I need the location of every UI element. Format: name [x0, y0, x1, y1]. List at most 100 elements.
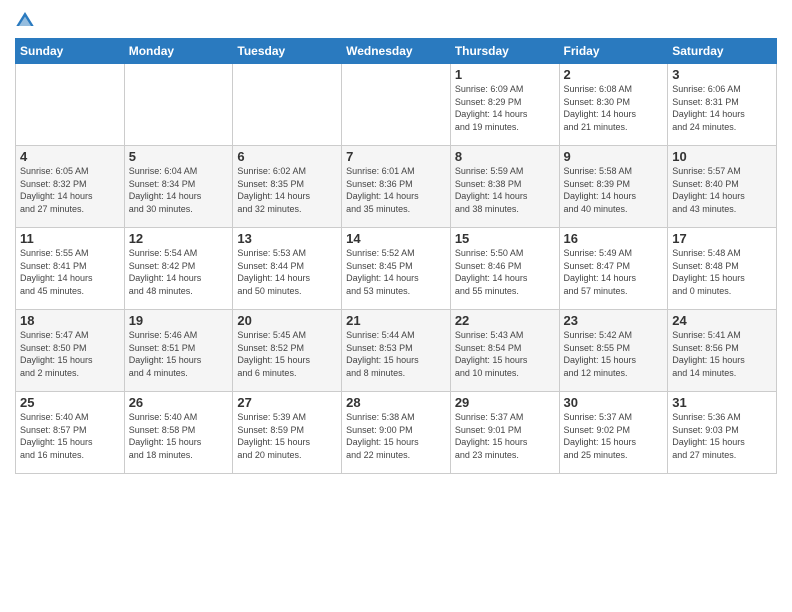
- day-number: 1: [455, 67, 555, 82]
- day-number: 7: [346, 149, 446, 164]
- day-number: 23: [564, 313, 664, 328]
- day-info: Sunrise: 6:04 AM Sunset: 8:34 PM Dayligh…: [129, 165, 229, 215]
- day-number: 20: [237, 313, 337, 328]
- day-number: 11: [20, 231, 120, 246]
- day-info: Sunrise: 5:59 AM Sunset: 8:38 PM Dayligh…: [455, 165, 555, 215]
- day-number: 30: [564, 395, 664, 410]
- calendar-week-3: 11Sunrise: 5:55 AM Sunset: 8:41 PM Dayli…: [16, 228, 777, 310]
- day-info: Sunrise: 5:37 AM Sunset: 9:02 PM Dayligh…: [564, 411, 664, 461]
- day-info: Sunrise: 5:49 AM Sunset: 8:47 PM Dayligh…: [564, 247, 664, 297]
- day-number: 3: [672, 67, 772, 82]
- day-number: 8: [455, 149, 555, 164]
- logo-icon: [15, 10, 35, 30]
- day-info: Sunrise: 6:06 AM Sunset: 8:31 PM Dayligh…: [672, 83, 772, 133]
- calendar-cell: 13Sunrise: 5:53 AM Sunset: 8:44 PM Dayli…: [233, 228, 342, 310]
- calendar-cell: 21Sunrise: 5:44 AM Sunset: 8:53 PM Dayli…: [342, 310, 451, 392]
- calendar-cell: 26Sunrise: 5:40 AM Sunset: 8:58 PM Dayli…: [124, 392, 233, 474]
- calendar-cell: 31Sunrise: 5:36 AM Sunset: 9:03 PM Dayli…: [668, 392, 777, 474]
- calendar-cell: 18Sunrise: 5:47 AM Sunset: 8:50 PM Dayli…: [16, 310, 125, 392]
- calendar-cell: 15Sunrise: 5:50 AM Sunset: 8:46 PM Dayli…: [450, 228, 559, 310]
- day-info: Sunrise: 5:50 AM Sunset: 8:46 PM Dayligh…: [455, 247, 555, 297]
- day-info: Sunrise: 5:36 AM Sunset: 9:03 PM Dayligh…: [672, 411, 772, 461]
- calendar-cell: [124, 64, 233, 146]
- calendar-cell: 7Sunrise: 6:01 AM Sunset: 8:36 PM Daylig…: [342, 146, 451, 228]
- day-number: 5: [129, 149, 229, 164]
- day-number: 14: [346, 231, 446, 246]
- calendar-cell: 4Sunrise: 6:05 AM Sunset: 8:32 PM Daylig…: [16, 146, 125, 228]
- day-number: 19: [129, 313, 229, 328]
- logo: [15, 10, 37, 30]
- calendar-cell: [16, 64, 125, 146]
- calendar-cell: 9Sunrise: 5:58 AM Sunset: 8:39 PM Daylig…: [559, 146, 668, 228]
- day-number: 15: [455, 231, 555, 246]
- day-info: Sunrise: 5:38 AM Sunset: 9:00 PM Dayligh…: [346, 411, 446, 461]
- day-info: Sunrise: 5:48 AM Sunset: 8:48 PM Dayligh…: [672, 247, 772, 297]
- calendar-header-thursday: Thursday: [450, 39, 559, 64]
- calendar-cell: 2Sunrise: 6:08 AM Sunset: 8:30 PM Daylig…: [559, 64, 668, 146]
- day-info: Sunrise: 5:53 AM Sunset: 8:44 PM Dayligh…: [237, 247, 337, 297]
- calendar-cell: 29Sunrise: 5:37 AM Sunset: 9:01 PM Dayli…: [450, 392, 559, 474]
- calendar-week-2: 4Sunrise: 6:05 AM Sunset: 8:32 PM Daylig…: [16, 146, 777, 228]
- day-info: Sunrise: 6:02 AM Sunset: 8:35 PM Dayligh…: [237, 165, 337, 215]
- calendar-header-wednesday: Wednesday: [342, 39, 451, 64]
- day-number: 9: [564, 149, 664, 164]
- calendar-cell: 14Sunrise: 5:52 AM Sunset: 8:45 PM Dayli…: [342, 228, 451, 310]
- day-info: Sunrise: 5:45 AM Sunset: 8:52 PM Dayligh…: [237, 329, 337, 379]
- calendar-cell: 27Sunrise: 5:39 AM Sunset: 8:59 PM Dayli…: [233, 392, 342, 474]
- calendar-cell: 30Sunrise: 5:37 AM Sunset: 9:02 PM Dayli…: [559, 392, 668, 474]
- day-info: Sunrise: 5:58 AM Sunset: 8:39 PM Dayligh…: [564, 165, 664, 215]
- calendar-cell: 8Sunrise: 5:59 AM Sunset: 8:38 PM Daylig…: [450, 146, 559, 228]
- day-number: 28: [346, 395, 446, 410]
- day-number: 4: [20, 149, 120, 164]
- day-number: 24: [672, 313, 772, 328]
- day-info: Sunrise: 5:57 AM Sunset: 8:40 PM Dayligh…: [672, 165, 772, 215]
- calendar-cell: 19Sunrise: 5:46 AM Sunset: 8:51 PM Dayli…: [124, 310, 233, 392]
- calendar-cell: 23Sunrise: 5:42 AM Sunset: 8:55 PM Dayli…: [559, 310, 668, 392]
- calendar-cell: [342, 64, 451, 146]
- day-number: 27: [237, 395, 337, 410]
- calendar-header-row: SundayMondayTuesdayWednesdayThursdayFrid…: [16, 39, 777, 64]
- day-info: Sunrise: 5:41 AM Sunset: 8:56 PM Dayligh…: [672, 329, 772, 379]
- day-info: Sunrise: 6:01 AM Sunset: 8:36 PM Dayligh…: [346, 165, 446, 215]
- calendar-cell: 25Sunrise: 5:40 AM Sunset: 8:57 PM Dayli…: [16, 392, 125, 474]
- calendar-cell: 5Sunrise: 6:04 AM Sunset: 8:34 PM Daylig…: [124, 146, 233, 228]
- calendar-cell: 16Sunrise: 5:49 AM Sunset: 8:47 PM Dayli…: [559, 228, 668, 310]
- calendar-week-4: 18Sunrise: 5:47 AM Sunset: 8:50 PM Dayli…: [16, 310, 777, 392]
- day-info: Sunrise: 5:54 AM Sunset: 8:42 PM Dayligh…: [129, 247, 229, 297]
- calendar-cell: 3Sunrise: 6:06 AM Sunset: 8:31 PM Daylig…: [668, 64, 777, 146]
- day-number: 2: [564, 67, 664, 82]
- calendar-header-sunday: Sunday: [16, 39, 125, 64]
- calendar-header-saturday: Saturday: [668, 39, 777, 64]
- day-number: 26: [129, 395, 229, 410]
- day-number: 22: [455, 313, 555, 328]
- day-info: Sunrise: 5:37 AM Sunset: 9:01 PM Dayligh…: [455, 411, 555, 461]
- day-info: Sunrise: 6:08 AM Sunset: 8:30 PM Dayligh…: [564, 83, 664, 133]
- calendar-cell: 6Sunrise: 6:02 AM Sunset: 8:35 PM Daylig…: [233, 146, 342, 228]
- calendar-week-1: 1Sunrise: 6:09 AM Sunset: 8:29 PM Daylig…: [16, 64, 777, 146]
- day-info: Sunrise: 5:40 AM Sunset: 8:57 PM Dayligh…: [20, 411, 120, 461]
- day-number: 18: [20, 313, 120, 328]
- day-info: Sunrise: 5:46 AM Sunset: 8:51 PM Dayligh…: [129, 329, 229, 379]
- page: SundayMondayTuesdayWednesdayThursdayFrid…: [0, 0, 792, 612]
- day-info: Sunrise: 5:39 AM Sunset: 8:59 PM Dayligh…: [237, 411, 337, 461]
- day-info: Sunrise: 5:47 AM Sunset: 8:50 PM Dayligh…: [20, 329, 120, 379]
- day-number: 21: [346, 313, 446, 328]
- calendar-header-monday: Monday: [124, 39, 233, 64]
- day-number: 12: [129, 231, 229, 246]
- day-number: 16: [564, 231, 664, 246]
- calendar-cell: 12Sunrise: 5:54 AM Sunset: 8:42 PM Dayli…: [124, 228, 233, 310]
- calendar-cell: 1Sunrise: 6:09 AM Sunset: 8:29 PM Daylig…: [450, 64, 559, 146]
- day-info: Sunrise: 5:40 AM Sunset: 8:58 PM Dayligh…: [129, 411, 229, 461]
- day-info: Sunrise: 5:42 AM Sunset: 8:55 PM Dayligh…: [564, 329, 664, 379]
- day-number: 10: [672, 149, 772, 164]
- calendar-week-5: 25Sunrise: 5:40 AM Sunset: 8:57 PM Dayli…: [16, 392, 777, 474]
- day-number: 25: [20, 395, 120, 410]
- calendar-header-tuesday: Tuesday: [233, 39, 342, 64]
- day-number: 31: [672, 395, 772, 410]
- day-info: Sunrise: 5:43 AM Sunset: 8:54 PM Dayligh…: [455, 329, 555, 379]
- calendar-cell: 20Sunrise: 5:45 AM Sunset: 8:52 PM Dayli…: [233, 310, 342, 392]
- day-info: Sunrise: 5:55 AM Sunset: 8:41 PM Dayligh…: [20, 247, 120, 297]
- calendar-cell: 28Sunrise: 5:38 AM Sunset: 9:00 PM Dayli…: [342, 392, 451, 474]
- calendar-cell: 22Sunrise: 5:43 AM Sunset: 8:54 PM Dayli…: [450, 310, 559, 392]
- calendar-header-friday: Friday: [559, 39, 668, 64]
